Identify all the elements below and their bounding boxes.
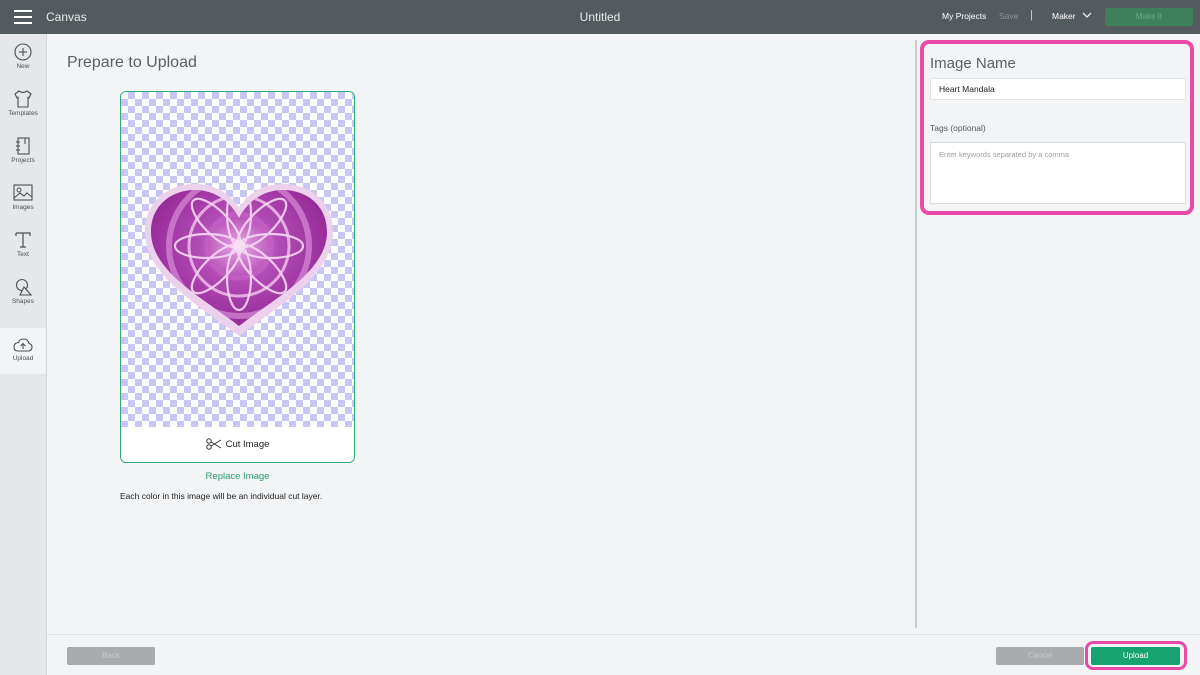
heart-mandala-image	[145, 184, 333, 336]
tags-input[interactable]	[930, 142, 1186, 204]
replace-image-link[interactable]: Replace Image	[120, 471, 355, 482]
tags-label: Tags (optional)	[930, 123, 986, 133]
sidebar-item-upload[interactable]: Upload	[0, 328, 46, 374]
app-title: Canvas	[46, 10, 87, 24]
sidebar-item-label: Text	[17, 251, 29, 258]
cloud-upload-icon	[13, 338, 33, 352]
image-icon	[13, 184, 33, 201]
panel-divider	[915, 40, 917, 628]
projects-icon	[16, 137, 30, 155]
image-preview-card: Cut Image	[120, 91, 355, 463]
sidebar-item-label: Upload	[12, 355, 34, 362]
upload-button[interactable]: Upload	[1091, 647, 1180, 665]
page-title: Prepare to Upload	[67, 54, 197, 71]
back-button[interactable]: Back	[67, 647, 155, 665]
transparency-checkerboard	[121, 92, 354, 427]
chevron-down-icon[interactable]	[1082, 10, 1092, 20]
image-name-title: Image Name	[930, 55, 1016, 72]
sidebar-item-label: Images	[12, 204, 34, 211]
image-name-input[interactable]	[930, 78, 1186, 100]
cut-image-option[interactable]: Cut Image	[121, 427, 354, 462]
topbar-separator: |	[1030, 9, 1033, 21]
cut-image-label: Cut Image	[225, 439, 270, 450]
document-title: Untitled	[579, 10, 621, 24]
plus-circle-icon	[14, 43, 32, 61]
sidebar-item-label: New	[16, 63, 30, 70]
make-it-button[interactable]: Make It	[1105, 8, 1193, 26]
text-t-icon	[15, 232, 31, 248]
left-sidebar: New Templates Projects Images Text Shape…	[0, 34, 47, 675]
sidebar-item-images[interactable]: Images	[0, 175, 46, 221]
cut-layer-info: Each color in this image will be an indi…	[120, 491, 323, 501]
cancel-button[interactable]: Cancel	[996, 647, 1084, 665]
hamburger-icon[interactable]	[14, 10, 32, 24]
sidebar-item-new[interactable]: New	[0, 34, 46, 80]
my-projects-link[interactable]: My Projects	[942, 11, 986, 21]
tshirt-icon	[14, 90, 32, 108]
save-link[interactable]: Save	[999, 11, 1018, 21]
shapes-icon	[15, 278, 32, 296]
top-bar: Canvas Untitled My Projects Save | Maker…	[0, 0, 1200, 34]
sidebar-item-label: Shapes	[11, 298, 35, 305]
sidebar-item-shapes[interactable]: Shapes	[0, 269, 46, 315]
sidebar-item-projects[interactable]: Projects	[0, 128, 46, 174]
sidebar-item-text[interactable]: Text	[0, 222, 46, 268]
machine-selector[interactable]: Maker	[1052, 11, 1076, 21]
sidebar-item-label: Projects	[11, 157, 35, 164]
scissors-icon	[205, 438, 221, 451]
sidebar-item-label: Templates	[8, 110, 38, 117]
sidebar-item-templates[interactable]: Templates	[0, 81, 46, 127]
